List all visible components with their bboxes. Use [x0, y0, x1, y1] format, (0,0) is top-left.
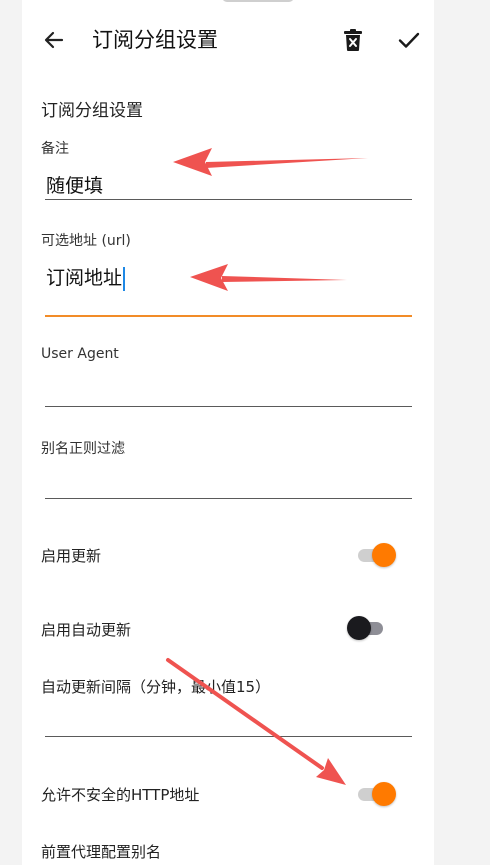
delete-button[interactable]	[338, 24, 368, 56]
switch-thumb	[372, 782, 396, 806]
delete-icon	[344, 29, 362, 51]
url-value: 订阅地址	[46, 267, 123, 289]
auto-update-interval-field[interactable]	[46, 704, 406, 730]
auto-update-interval-label: 自动更新间隔（分钟，最小值15）	[41, 678, 271, 696]
confirm-button[interactable]	[393, 24, 425, 56]
alias-filter-field[interactable]	[46, 468, 406, 494]
prev-proxy-alias-label: 前置代理配置别名	[41, 843, 162, 861]
alias-filter-underline	[45, 498, 412, 499]
allow-insecure-http-label: 允许不安全的HTTP地址	[41, 786, 200, 804]
enable-update-switch[interactable]	[356, 543, 398, 567]
remarks-label: 备注	[41, 141, 69, 157]
enable-auto-update-label: 启用自动更新	[41, 621, 132, 639]
user-agent-underline	[45, 406, 412, 407]
check-icon	[398, 32, 420, 48]
enable-update-label: 启用更新	[41, 547, 102, 565]
remarks-field[interactable]: 随便填	[46, 171, 103, 198]
allow-insecure-http-switch[interactable]	[356, 782, 398, 806]
switch-thumb	[347, 616, 371, 640]
text-caret	[123, 266, 126, 291]
section-title: 订阅分组设置	[41, 101, 143, 121]
user-agent-label: User Agent	[41, 346, 119, 362]
alias-filter-label: 别名正则过滤	[41, 441, 125, 457]
enable-auto-update-switch[interactable]	[347, 616, 389, 640]
top-handle	[222, 0, 294, 2]
remarks-underline	[45, 199, 412, 200]
user-agent-field[interactable]	[46, 376, 406, 402]
arrow-left-icon	[44, 31, 64, 49]
page-title: 订阅分组设置	[92, 28, 218, 52]
switch-thumb	[372, 543, 396, 567]
url-label: 可选地址 (url)	[41, 233, 131, 249]
back-button[interactable]	[38, 24, 70, 56]
auto-update-interval-underline	[45, 736, 412, 737]
url-field[interactable]: 订阅地址	[46, 263, 126, 291]
url-underline-active	[45, 315, 412, 317]
